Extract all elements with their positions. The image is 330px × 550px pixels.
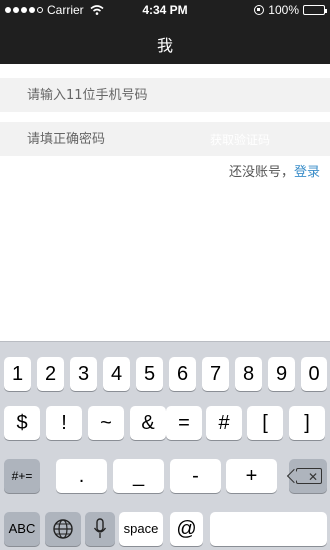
- key-ampersand[interactable]: &: [130, 406, 166, 440]
- symbols-toggle-key[interactable]: #+=: [4, 459, 40, 493]
- rotation-lock-icon: [254, 5, 265, 15]
- key-equals[interactable]: =: [166, 406, 202, 440]
- key-9[interactable]: 9: [268, 357, 295, 391]
- phone-row: [0, 78, 330, 112]
- battery-percent: 100%: [268, 3, 299, 17]
- key-0[interactable]: 0: [301, 357, 327, 391]
- key-4[interactable]: 4: [103, 357, 130, 391]
- microphone-key[interactable]: [85, 512, 115, 546]
- key-underscore[interactable]: _: [113, 459, 164, 493]
- microphone-icon: [93, 518, 107, 538]
- key-8[interactable]: 8: [235, 357, 262, 391]
- key-2[interactable]: 2: [37, 357, 64, 391]
- key-hash[interactable]: #: [206, 406, 242, 440]
- login-link[interactable]: 登录: [294, 165, 320, 180]
- key-6[interactable]: 6: [169, 357, 196, 391]
- key-dollar[interactable]: $: [4, 406, 40, 440]
- key-right-bracket[interactable]: ]: [289, 406, 325, 440]
- blank-key[interactable]: [210, 512, 327, 546]
- globe-icon: [53, 519, 73, 539]
- page-title: 我: [156, 36, 173, 55]
- key-period[interactable]: .: [56, 459, 107, 493]
- register-prompt: 还没账号，登录: [229, 161, 320, 180]
- register-prompt-text: 还没账号，: [228, 165, 294, 180]
- backspace-key[interactable]: ✕: [289, 459, 327, 493]
- navigation-bar: 我: [0, 20, 330, 64]
- backspace-icon: ✕: [296, 468, 322, 484]
- space-key[interactable]: space: [119, 512, 163, 546]
- keyboard: 1 2 3 4 5 6 7 8 9 0 $ ! ~ & = # [ ] #+= …: [0, 341, 330, 550]
- key-at[interactable]: @: [170, 512, 203, 546]
- key-tilde[interactable]: ~: [88, 406, 124, 440]
- globe-key[interactable]: [45, 512, 81, 546]
- key-5[interactable]: 5: [136, 357, 163, 391]
- key-left-bracket[interactable]: [: [247, 406, 283, 440]
- key-exclamation[interactable]: !: [46, 406, 82, 440]
- password-input[interactable]: [27, 122, 227, 156]
- battery-status: 100%: [254, 3, 327, 17]
- key-plus[interactable]: +: [226, 459, 277, 493]
- key-hyphen[interactable]: -: [170, 459, 221, 493]
- password-row: 获取验证码: [0, 122, 330, 156]
- backspace-x-icon: ✕: [308, 470, 319, 484]
- phone-input[interactable]: [27, 78, 227, 112]
- battery-icon: [303, 5, 327, 15]
- key-3[interactable]: 3: [70, 357, 97, 391]
- get-code-button[interactable]: 获取验证码: [210, 129, 270, 149]
- key-1[interactable]: 1: [4, 357, 31, 391]
- abc-key[interactable]: ABC: [4, 512, 40, 546]
- status-bar: Carrier 4:34 PM 100%: [0, 0, 330, 20]
- key-7[interactable]: 7: [202, 357, 229, 391]
